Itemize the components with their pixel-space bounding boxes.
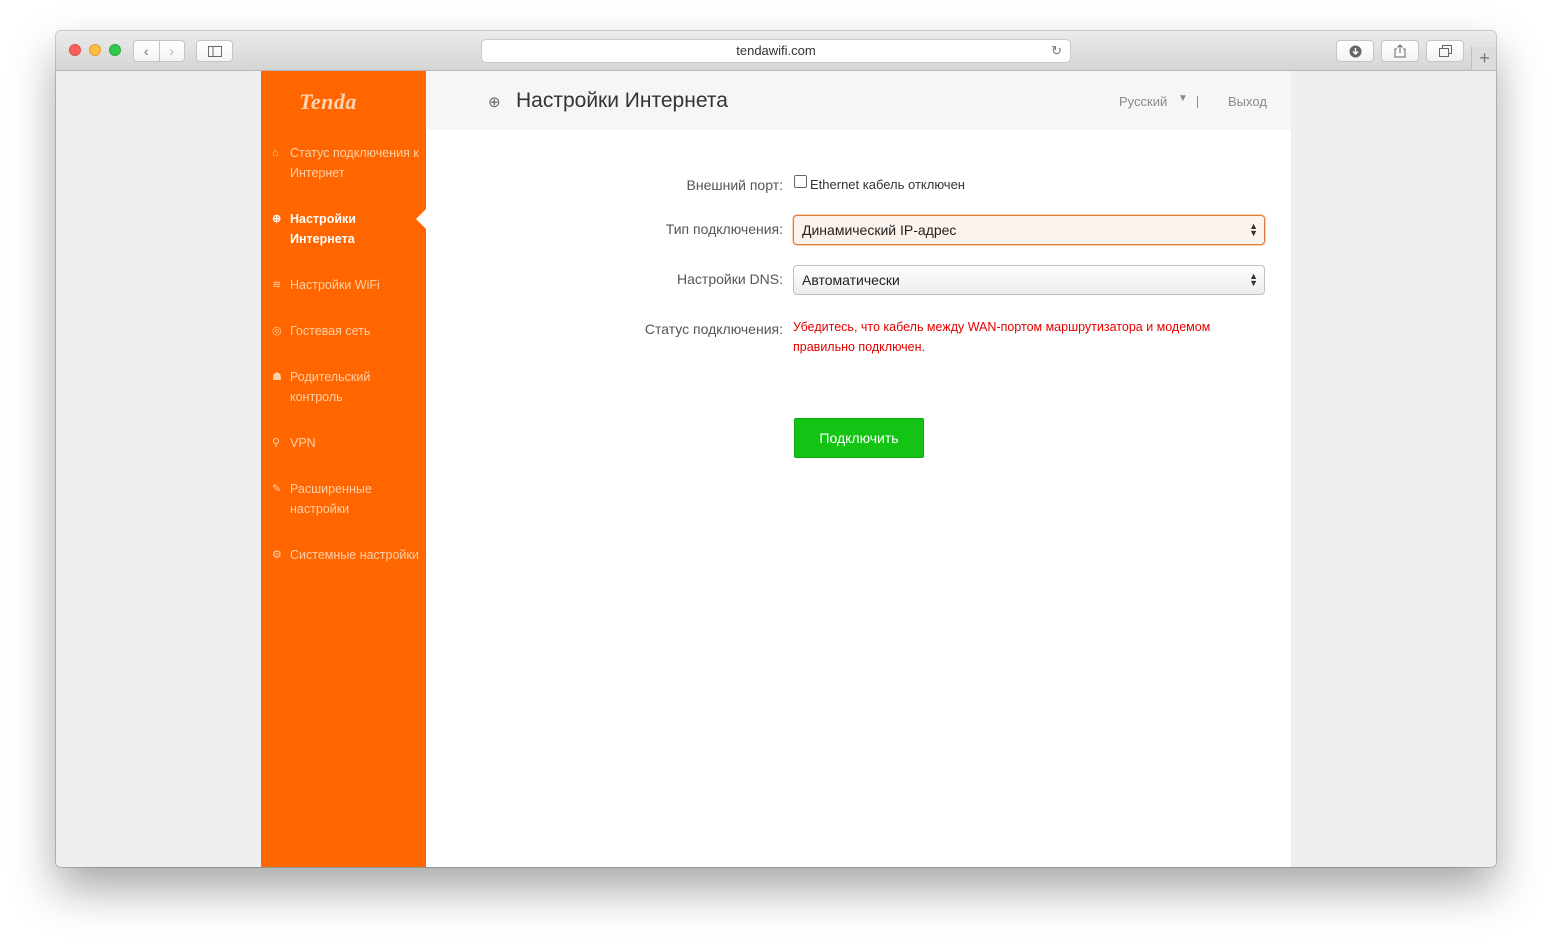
minimize-window-button[interactable] xyxy=(89,44,101,56)
sidebar-item-internet-status[interactable]: ⌂ Статус подключения к Интернет xyxy=(272,143,422,183)
connection-status-label: Статус подключения: xyxy=(644,321,783,337)
sidebar-item-label: Системные настройки xyxy=(290,548,419,562)
dns-settings-value: Автоматически xyxy=(802,272,900,288)
ethernet-disconnected-checkbox[interactable] xyxy=(794,175,807,188)
share-icon xyxy=(1394,44,1406,58)
header-divider xyxy=(1197,96,1198,108)
download-icon xyxy=(1349,45,1361,57)
sidebar-item-wifi-settings[interactable]: ≋ Настройки WiFi xyxy=(272,275,422,295)
page-viewport: Tenda ⌂ Статус подключения к Интернет ⊕ … xyxy=(56,71,1496,867)
wan-port-label: Внешний порт: xyxy=(686,177,784,193)
sidebar-item-label: Статус подключения к Интернет xyxy=(290,146,419,180)
new-tab-button[interactable]: + xyxy=(1471,47,1496,70)
globe-icon: ⊕ xyxy=(272,213,282,225)
sidebar-item-vpn[interactable]: ⚲ VPN xyxy=(272,433,422,453)
forward-icon[interactable]: › xyxy=(159,43,184,59)
browser-toolbar: ‹ › tendawifi.com ↻ + xyxy=(56,31,1496,71)
sidebar-item-label: Родительский контроль xyxy=(290,370,371,404)
sidebar-item-system-settings[interactable]: ⚙ Системные настройки xyxy=(272,545,422,565)
back-icon[interactable]: ‹ xyxy=(134,43,159,59)
wifi-icon: ≋ xyxy=(272,279,282,291)
tenda-logo: Tenda xyxy=(299,89,357,114)
share-button[interactable] xyxy=(1381,40,1419,62)
ethernet-disconnected-label[interactable]: Ethernet кабель отключен xyxy=(810,177,965,192)
sidebar-icon xyxy=(207,45,222,57)
dns-settings-select[interactable]: Автоматически ▲ ▼ xyxy=(793,265,1265,295)
page-right-margin xyxy=(1291,71,1496,867)
chevron-down-icon[interactable]: ▼ xyxy=(1178,93,1188,104)
zoom-window-button[interactable] xyxy=(109,44,121,56)
tabs-icon xyxy=(1438,45,1452,57)
connection-type-value: Динамический IP-адрес xyxy=(802,222,957,238)
connection-type-label: Тип подключения: xyxy=(665,221,783,237)
sidebar-item-advanced-settings[interactable]: ✎ Расширенные настройки xyxy=(272,479,422,519)
router-icon: ⌂ xyxy=(272,147,279,159)
sidebar: Tenda ⌂ Статус подключения к Интернет ⊕ … xyxy=(261,71,426,867)
url-text: tendawifi.com xyxy=(736,43,816,58)
reload-icon[interactable]: ↻ xyxy=(1051,40,1062,62)
language-select[interactable]: Русский xyxy=(1119,94,1167,109)
sidebar-item-label: Расширенные настройки xyxy=(290,482,372,516)
parental-icon: ☗ xyxy=(272,371,282,383)
sidebar-item-label: Настройки Интернета xyxy=(290,212,356,246)
nav-buttons: ‹ › xyxy=(133,40,185,62)
dns-settings-label: Настройки DNS: xyxy=(677,271,783,287)
select-arrows-icon: ▲ ▼ xyxy=(1249,221,1258,238)
sidebar-item-label: Гостевая сеть xyxy=(290,324,371,338)
sidebar-item-label: VPN xyxy=(290,436,316,450)
downloads-button[interactable] xyxy=(1336,40,1374,62)
sidebar-toggle-button[interactable] xyxy=(196,40,233,62)
select-arrows-icon: ▲ ▼ xyxy=(1249,271,1258,288)
active-item-pointer xyxy=(416,209,426,229)
sidebar-item-guest-network[interactable]: ◎ Гостевая сеть xyxy=(272,321,422,341)
vpn-icon: ⚲ xyxy=(272,437,281,449)
page-title: Настройки Интернета xyxy=(516,89,728,112)
guest-icon: ◎ xyxy=(272,325,282,337)
settings-icon: ⚙ xyxy=(272,549,282,561)
connection-status-message: Убедитесь, что кабель между WAN-портом м… xyxy=(793,320,1211,354)
address-bar[interactable]: tendawifi.com ↻ xyxy=(481,39,1071,63)
plus-icon: + xyxy=(1479,48,1490,68)
close-window-button[interactable] xyxy=(69,44,81,56)
sidebar-item-internet-settings[interactable]: ⊕ Настройки Интернета xyxy=(272,209,422,249)
browser-window: ‹ › tendawifi.com ↻ + Tenda ⌂ Статус под… xyxy=(56,31,1496,867)
globe-icon: ⊕ xyxy=(488,94,501,111)
tabs-overview-button[interactable] xyxy=(1426,40,1464,62)
main-content: ⊕ Настройки Интернета Русский ▼ Выход Вн… xyxy=(426,71,1291,867)
tools-icon: ✎ xyxy=(272,483,282,495)
connection-type-select[interactable]: Динамический IP-адрес ▲ ▼ xyxy=(793,215,1265,245)
sidebar-item-label: Настройки WiFi xyxy=(290,278,380,292)
content-header: ⊕ Настройки Интернета Русский ▼ Выход xyxy=(426,71,1291,130)
sidebar-item-parental-control[interactable]: ☗ Родительский контроль xyxy=(272,367,422,407)
connect-button[interactable]: Подключить xyxy=(794,418,924,458)
logout-link[interactable]: Выход xyxy=(1228,94,1267,109)
